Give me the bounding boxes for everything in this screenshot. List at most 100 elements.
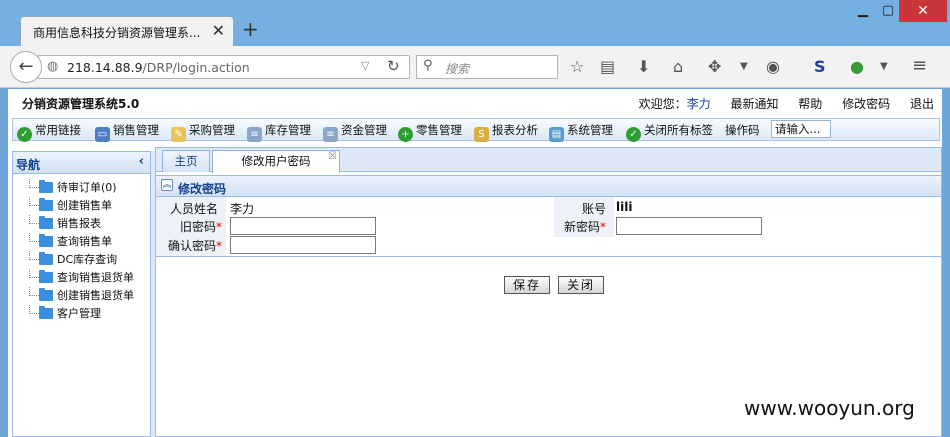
sidebar-item-query-sales-order[interactable]: 查询销售单 bbox=[29, 233, 134, 251]
main-menu-bar: ✓ 常用链接 ▭ 销售管理 ✎ 采购管理 ≡ 库存管理 ≡ 资金管理 + 零售管理 S 报表分… bbox=[12, 118, 940, 142]
menu-item-label: 常用链接 bbox=[35, 123, 81, 137]
menu-item-system[interactable]: ▤ 系统管理 bbox=[549, 122, 613, 142]
change-password-link[interactable]: 修改密码 bbox=[842, 97, 890, 111]
watermark: www.wooyun.org bbox=[744, 396, 915, 420]
tab-home[interactable]: 主页 bbox=[162, 150, 210, 172]
s-extension-icon[interactable]: S bbox=[814, 57, 826, 76]
window-close-icon[interactable]: ✕ bbox=[899, 0, 947, 22]
op-code-input[interactable] bbox=[771, 120, 831, 138]
latest-notice-link[interactable]: 最新通知 bbox=[730, 97, 778, 111]
menu-item-label: 系统管理 bbox=[567, 123, 613, 137]
name-label: 人员姓名 bbox=[170, 202, 219, 216]
bookmark-star-icon[interactable]: ☆ bbox=[570, 57, 584, 76]
sidebar-item-label: DC库存查询 bbox=[57, 253, 118, 266]
check-icon: ✓ bbox=[17, 127, 32, 142]
close-button[interactable]: 关闭 bbox=[558, 276, 605, 294]
folder-icon bbox=[39, 216, 53, 229]
globe-icon: ◍ bbox=[47, 59, 59, 74]
new-password-input[interactable] bbox=[616, 217, 762, 235]
logout-link[interactable]: 退出 bbox=[910, 97, 934, 111]
required-mark: * bbox=[600, 220, 607, 234]
sidebar-item-dc-inventory[interactable]: DC库存查询 bbox=[29, 251, 134, 269]
proxy-icon[interactable]: ◉ bbox=[766, 57, 780, 76]
sidebar-item-pending-orders[interactable]: 待审订单(0) bbox=[29, 179, 134, 197]
browser-navbar: ◍ 218.14.88.9/DRP/login.action ▽ ↻ ← ⚲ 搜… bbox=[0, 46, 950, 88]
sidebar-item-label: 创建销售退货单 bbox=[57, 289, 134, 302]
op-code-label: 操作码 bbox=[725, 123, 760, 137]
welcome-label: 欢迎您： bbox=[638, 97, 687, 111]
menu-item-label: 报表分析 bbox=[492, 123, 538, 137]
menu-item-label: 关闭所有标签 bbox=[644, 123, 713, 137]
tab-change-password[interactable]: 修改用户密码 ☒ bbox=[212, 150, 340, 173]
sidebar-item-create-sales-return[interactable]: 创建销售退货单 bbox=[29, 287, 134, 305]
menu-item-funds[interactable]: ≡ 资金管理 bbox=[323, 122, 387, 142]
collapse-up-icon[interactable]: ︽ bbox=[161, 179, 173, 191]
url-dropdown-icon[interactable]: ▽ bbox=[361, 59, 369, 72]
required-mark: * bbox=[216, 220, 223, 234]
window-icon: ▭ bbox=[95, 127, 110, 142]
menu-item-reports[interactable]: S 报表分析 bbox=[474, 122, 538, 142]
menu-item-label: 零售管理 bbox=[416, 123, 462, 137]
sidebar-item-sales-report[interactable]: 销售报表 bbox=[29, 215, 134, 233]
reload-icon[interactable]: ↻ bbox=[387, 57, 400, 75]
list-doc-icon: ≡ bbox=[247, 127, 262, 142]
browser-tab[interactable]: 商用信息科技分销资源管理系... ✕ bbox=[20, 16, 234, 46]
back-button[interactable]: ← bbox=[10, 51, 42, 83]
folder-icon bbox=[39, 306, 53, 319]
extension-dropdown-icon-2[interactable]: ▼ bbox=[880, 61, 888, 72]
search-placeholder: 搜索 bbox=[445, 62, 470, 76]
sidebar-item-customer-management[interactable]: 客户管理 bbox=[29, 305, 134, 323]
green-extension-icon[interactable]: ● bbox=[850, 57, 864, 76]
panel-header: ︽ 修改密码 bbox=[156, 175, 941, 197]
tree-line bbox=[29, 233, 39, 242]
search-bar[interactable]: ⚲ 搜索 bbox=[416, 55, 558, 79]
url-bar[interactable]: ◍ 218.14.88.9/DRP/login.action ▽ ↻ bbox=[38, 55, 410, 79]
menu-item-inventory[interactable]: ≡ 库存管理 bbox=[247, 122, 311, 142]
sidebar-header: 导航 ‹ bbox=[13, 152, 150, 174]
collapse-left-icon[interactable]: ‹ bbox=[139, 154, 144, 169]
home-icon[interactable]: ⌂ bbox=[673, 57, 683, 76]
account-label: 账号 bbox=[582, 202, 607, 216]
new-tab-icon[interactable]: + bbox=[242, 17, 259, 41]
url-text[interactable]: 218.14.88.9/DRP/login.action bbox=[67, 60, 250, 75]
new-password-label-text: 新密码 bbox=[564, 220, 601, 234]
menu-item-retail[interactable]: + 零售管理 bbox=[398, 122, 462, 142]
edit-doc-icon: ✎ bbox=[171, 127, 186, 142]
menu-item-purchase[interactable]: ✎ 采购管理 bbox=[171, 122, 235, 142]
tree-line bbox=[29, 287, 39, 296]
confirm-password-label-text: 确认密码 bbox=[168, 239, 217, 253]
app-window: 分销资源管理系统5.0 欢迎您：李力 最新通知 帮助 修改密码 退出 ✓ 常用链接… bbox=[8, 89, 942, 437]
panel-title: 修改密码 bbox=[178, 182, 227, 196]
menu-item-common-links[interactable]: ✓ 常用链接 bbox=[17, 122, 81, 142]
tab-strip: 主页 修改用户密码 ☒ bbox=[156, 148, 941, 173]
menu-item-close-all-tabs[interactable]: ✓ 关闭所有标签 bbox=[626, 122, 713, 142]
sidebar-item-label: 查询销售单 bbox=[57, 235, 112, 248]
plus-circle-icon: + bbox=[398, 127, 413, 142]
tab-close-icon[interactable]: ✕ bbox=[212, 21, 225, 40]
list-doc-icon: ≡ bbox=[323, 127, 338, 142]
main-content: 主页 修改用户密码 ☒ ︽ 修改密码 人员姓名 李力 账号 lili 旧密码* 新… bbox=[155, 147, 942, 437]
save-button[interactable]: 保存 bbox=[504, 276, 551, 294]
confirm-password-input[interactable] bbox=[230, 236, 376, 254]
reading-list-icon[interactable]: ▤ bbox=[600, 57, 615, 76]
menu-icon[interactable]: ≡ bbox=[912, 55, 927, 76]
current-user: 李力 bbox=[686, 97, 711, 111]
tree-line bbox=[29, 269, 39, 278]
sidebar-item-create-sales-order[interactable]: 创建销售单 bbox=[29, 197, 134, 215]
tree-line bbox=[29, 215, 39, 224]
tree-line bbox=[29, 251, 39, 260]
old-password-input[interactable] bbox=[230, 217, 376, 235]
tab-close-icon[interactable]: ☒ bbox=[328, 147, 337, 167]
menu-item-sales[interactable]: ▭ 销售管理 bbox=[95, 122, 159, 142]
sidebar-title: 导航 bbox=[16, 158, 41, 172]
app-title: 分销资源管理系统5.0 bbox=[22, 97, 140, 111]
extension-dropdown-icon[interactable]: ▼ bbox=[740, 61, 748, 72]
url-path: /DRP/login.action bbox=[142, 60, 250, 75]
help-link[interactable]: 帮助 bbox=[798, 97, 822, 111]
extension-icon[interactable]: ✥ bbox=[708, 57, 721, 76]
back-arrow-icon: ← bbox=[18, 56, 34, 77]
tab-label: 修改用户密码 bbox=[241, 154, 311, 168]
nav-sidebar: 导航 ‹ 待审订单(0) 创建销售单 销售报表 查询销售单 DC库存查询 查询销… bbox=[12, 151, 151, 437]
sidebar-item-query-sales-return[interactable]: 查询销售退货单 bbox=[29, 269, 134, 287]
download-icon[interactable]: ⬇ bbox=[637, 57, 650, 76]
